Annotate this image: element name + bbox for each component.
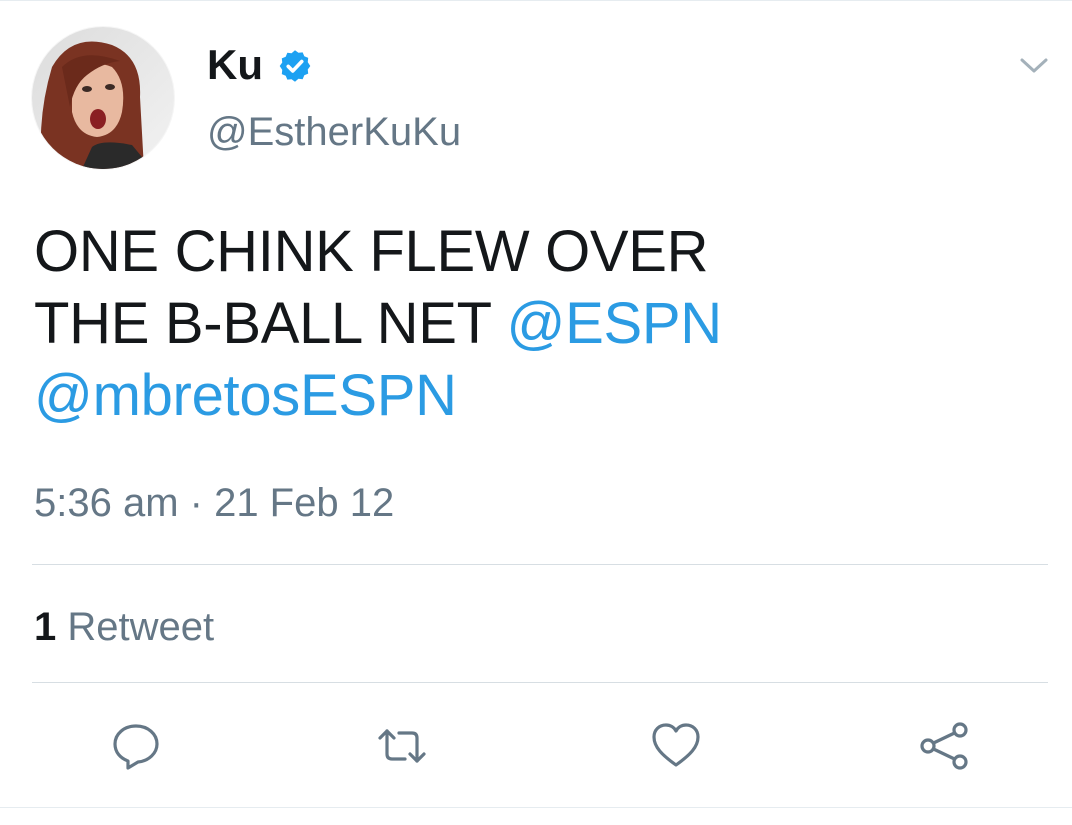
retweet-count: 1 [34, 605, 57, 649]
tweet-line-1: ONE CHINK FLEW OVER [34, 219, 709, 284]
like-icon [652, 723, 700, 767]
share-button[interactable] [916, 718, 972, 774]
user-handle[interactable]: @EstherKuKu [207, 107, 461, 157]
display-name[interactable]: Ku [207, 40, 313, 90]
avatar[interactable] [32, 27, 174, 169]
tweet-line-3: @mbretosESPN [34, 360, 1034, 432]
bottom-border [0, 807, 1072, 808]
mention-mbretosespn[interactable]: @mbretosESPN [34, 363, 457, 428]
tweet-text: ONE CHINK FLEW OVER THE B-BALL NET @ESPN… [34, 216, 1034, 432]
retweet-stats[interactable]: 1 Retweet [34, 602, 214, 652]
tweet-line-2: THE B-BALL NET @ESPN [34, 288, 1034, 360]
like-button[interactable] [648, 718, 704, 774]
divider [32, 564, 1048, 565]
reply-icon [113, 724, 159, 770]
top-border [0, 0, 1072, 1]
display-name-text: Ku [207, 41, 263, 88]
retweet-icon [378, 729, 426, 763]
verified-badge-icon [279, 50, 311, 82]
mention-espn[interactable]: @ESPN [507, 291, 723, 356]
tweet-line-2-text: THE B-BALL NET [34, 291, 507, 356]
reply-button[interactable] [108, 718, 164, 774]
retweet-label: Retweet [67, 605, 215, 649]
tweet-menu-chevron-icon[interactable] [1014, 54, 1054, 78]
retweet-button[interactable] [374, 718, 430, 774]
avatar-image [32, 27, 174, 169]
divider [32, 682, 1048, 683]
share-icon [920, 722, 968, 770]
tweet-timestamp[interactable]: 5:36 am · 21 Feb 12 [34, 478, 394, 528]
